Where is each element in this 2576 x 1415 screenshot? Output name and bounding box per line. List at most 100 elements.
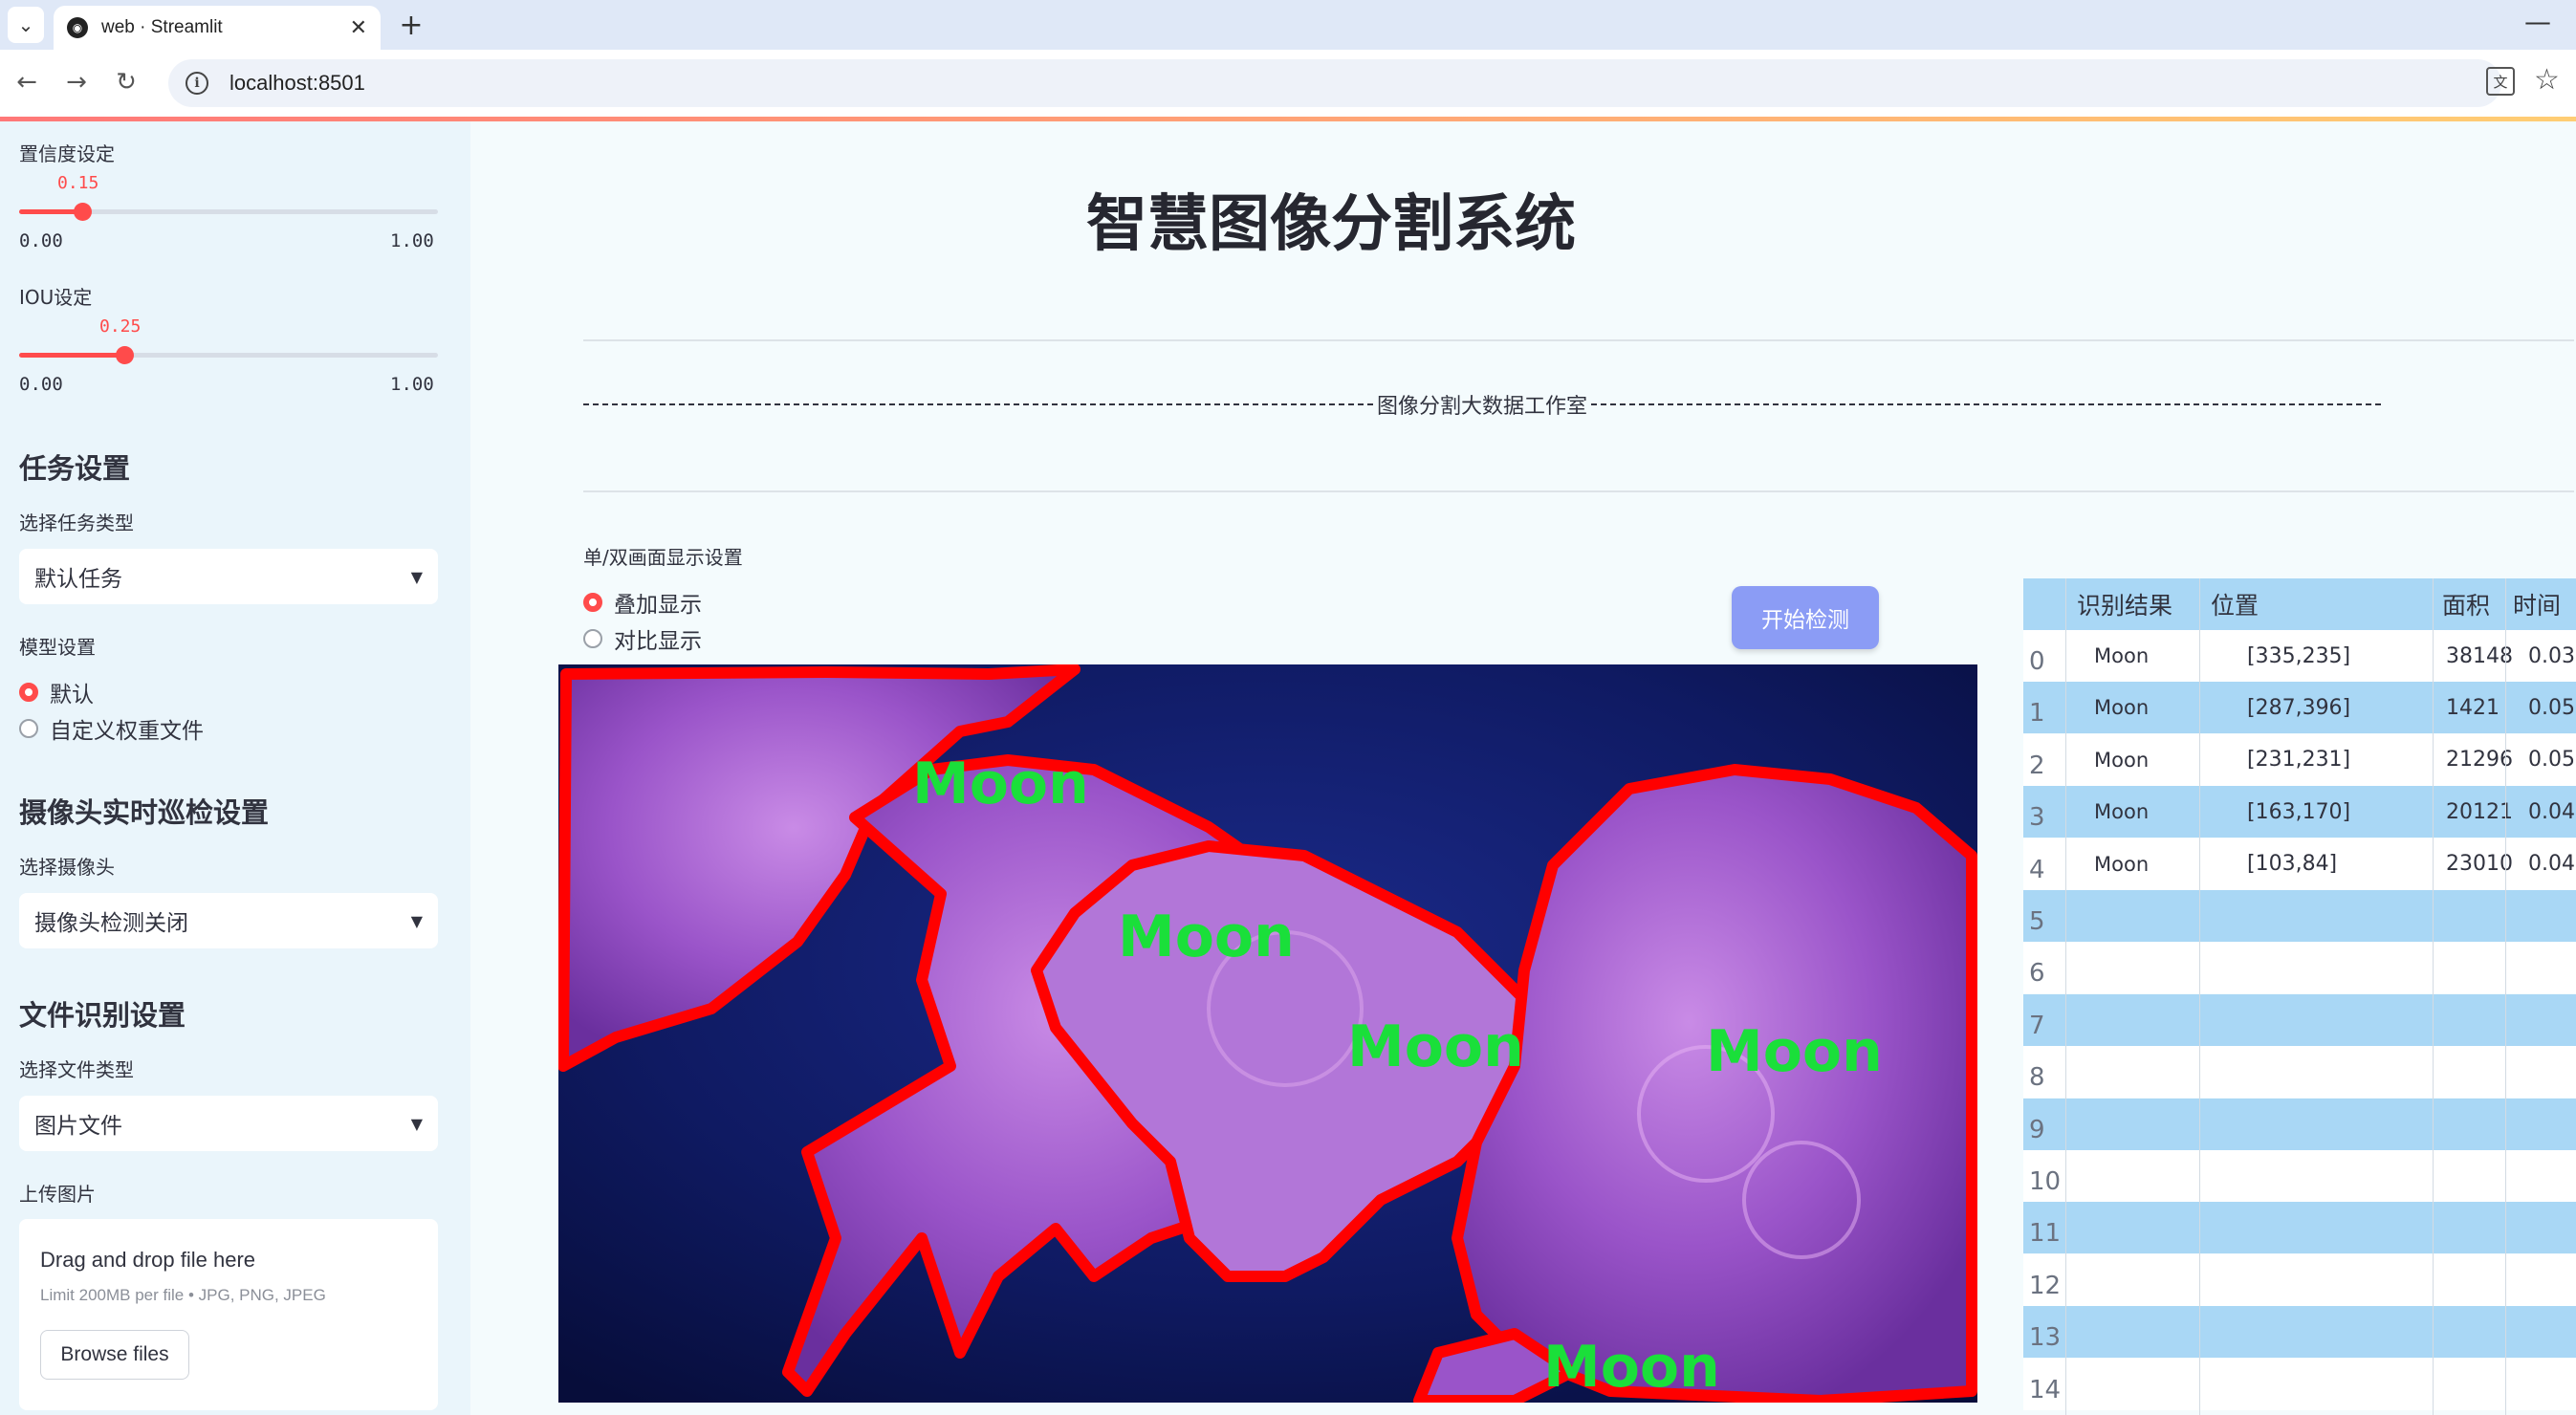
header-time[interactable]: 时间	[2513, 578, 2561, 630]
table-row[interactable]: 10	[2023, 1150, 2576, 1202]
display-mode-label: 单/双画面显示设置	[583, 546, 743, 569]
results-table[interactable]: 识别结果 位置 面积 时间 0 Moon [335,235] 38148 0.03 1 Mo…	[2023, 578, 2576, 1415]
forward-arrow-icon[interactable]: →	[59, 65, 94, 99]
file-type-select[interactable]: 图片文件 ▼	[19, 1096, 438, 1151]
camera-label: 选择摄像头	[19, 856, 115, 879]
segmentation-canvas: Moon Moon Moon Moon Moon	[557, 664, 1977, 1406]
browser-tab[interactable]: ◉ web · Streamlit ✕	[54, 6, 381, 50]
model-option-label: 默认	[50, 683, 94, 708]
back-arrow-icon[interactable]: ←	[10, 65, 44, 99]
close-tab-icon[interactable]: ✕	[350, 16, 367, 40]
reload-icon[interactable]: ↻	[109, 65, 143, 99]
table-cell-time: 0.04	[2528, 799, 2575, 824]
table-cell-position: [103,84]	[2247, 852, 2338, 877]
radio-selected-icon[interactable]	[19, 683, 38, 702]
header-area[interactable]: 面积	[2442, 578, 2490, 630]
radio-selected-icon[interactable]	[583, 593, 602, 612]
start-detection-button[interactable]: 开始检测	[1732, 586, 1879, 649]
translate-icon[interactable]: 文	[2486, 67, 2515, 96]
confidence-slider-thumb[interactable]	[73, 203, 92, 221]
table-cell-result: Moon	[2094, 644, 2150, 667]
dash-line	[583, 403, 1373, 405]
table-row[interactable]: 11	[2023, 1202, 2576, 1254]
file-dropzone[interactable]: Drag and drop file here Limit 200MB per …	[19, 1219, 438, 1410]
table-row[interactable]: 6	[2023, 942, 2576, 994]
display-option-compare[interactable]: 对比显示	[583, 622, 702, 655]
chevron-down-icon: ▼	[410, 911, 423, 930]
table-cell-area: 38148	[2446, 643, 2513, 668]
table-cell-index: 2	[2029, 751, 2045, 780]
address-bar[interactable]: i localhost:8501	[168, 59, 2501, 107]
header-result[interactable]: 识别结果	[2077, 578, 2172, 630]
table-row[interactable]: 5	[2023, 890, 2576, 942]
model-option-default[interactable]: 默认	[19, 676, 94, 708]
table-cell-index: 12	[2029, 1271, 2062, 1300]
table-row[interactable]: 7	[2023, 993, 2576, 1046]
table-row[interactable]: 8	[2023, 1046, 2576, 1099]
table-cell-index: 0	[2029, 647, 2045, 676]
table-cell-index: 3	[2029, 803, 2045, 833]
table-cell-index: 5	[2029, 907, 2045, 936]
display-option-label: 叠加显示	[614, 593, 702, 618]
iou-label: IOU设定	[19, 286, 93, 309]
iou-max: 1.00	[390, 374, 434, 395]
table-cell-position: [163,170]	[2247, 799, 2351, 824]
sidebar: 置信度设定 0.15 0.00 1.00 IOU设定 0.25 0.00 1.0…	[0, 121, 470, 1415]
dropzone-limit: Limit 200MB per file • JPG, PNG, JPEG	[40, 1286, 326, 1304]
tab-title: web · Streamlit	[101, 17, 223, 37]
display-option-overlay[interactable]: 叠加显示	[583, 586, 702, 619]
main-content: 智慧图像分割系统 图像分割大数据工作室 单/双画面显示设置 叠加显示 对比显示 …	[470, 121, 2576, 1415]
table-row[interactable]: 12	[2023, 1253, 2576, 1306]
tab-search-chevron-icon[interactable]: ⌄	[8, 7, 44, 43]
browser-nav-bar: ← → ↻ i localhost:8501 文 ☆	[0, 50, 2576, 117]
browser-tab-bar: ⌄ ◉ web · Streamlit ✕ + —	[0, 0, 2576, 50]
url-text[interactable]: localhost:8501	[229, 71, 365, 96]
segmentation-result-image: Moon Moon Moon Moon Moon	[557, 664, 1977, 1406]
table-row[interactable]: 0 Moon [335,235] 38148 0.03	[2023, 630, 2576, 682]
model-option-label: 自定义权重文件	[50, 719, 204, 744]
task-type-label: 选择任务类型	[19, 512, 134, 534]
table-cell-area: 23010	[2446, 852, 2513, 877]
file-type-value: 图片文件	[34, 1114, 122, 1139]
table-row[interactable]: 9	[2023, 1098, 2576, 1150]
table-header: 识别结果 位置 面积 时间	[2023, 578, 2576, 630]
camera-value: 摄像头检测关闭	[34, 911, 188, 936]
table-row[interactable]: 14	[2023, 1358, 2576, 1410]
chevron-down-icon: ▼	[410, 1114, 423, 1133]
table-row[interactable]: 13	[2023, 1306, 2576, 1359]
chevron-down-icon: ▼	[410, 567, 423, 586]
bookmark-star-icon[interactable]: ☆	[2534, 63, 2560, 97]
iou-slider-fill	[19, 353, 124, 358]
table-cell-index: 6	[2029, 959, 2045, 989]
table-cell-index: 7	[2029, 1011, 2045, 1040]
table-cell-index: 10	[2029, 1167, 2062, 1196]
camera-select[interactable]: 摄像头检测关闭 ▼	[19, 893, 438, 948]
table-cell-result: Moon	[2094, 696, 2150, 720]
radio-unselected-icon[interactable]	[583, 629, 602, 648]
header-position[interactable]: 位置	[2211, 578, 2259, 630]
task-type-select[interactable]: 默认任务 ▼	[19, 549, 438, 604]
table-cell-result: Moon	[2094, 800, 2150, 824]
table-cell-index: 14	[2029, 1375, 2062, 1404]
header-index	[2023, 578, 2065, 630]
iou-min: 0.00	[19, 374, 63, 395]
site-info-icon[interactable]: i	[186, 72, 208, 95]
iou-value: 0.25	[99, 316, 142, 337]
iou-slider-thumb[interactable]	[115, 346, 134, 364]
table-row[interactable]: 1 Moon [287,396] 1421 0.05	[2023, 682, 2576, 734]
new-tab-plus-icon[interactable]: +	[394, 8, 428, 42]
table-row[interactable]: 3 Moon [163,170] 20121 0.04	[2023, 786, 2576, 838]
radio-unselected-icon[interactable]	[19, 719, 38, 738]
confidence-value: 0.15	[57, 173, 99, 193]
table-row[interactable]: 4 Moon [103,84] 23010 0.04	[2023, 838, 2576, 890]
table-cell-index: 13	[2029, 1323, 2062, 1353]
confidence-slider[interactable]	[19, 203, 438, 221]
table-row[interactable]: 2 Moon [231,231] 21296 0.05	[2023, 733, 2576, 786]
table-cell-position: [287,396]	[2247, 695, 2351, 720]
model-option-custom[interactable]: 自定义权重文件	[19, 712, 204, 745]
browse-files-button[interactable]: Browse files	[40, 1330, 189, 1380]
divider	[583, 339, 2574, 341]
studio-banner: 图像分割大数据工作室	[583, 389, 2382, 420]
iou-slider[interactable]	[19, 346, 438, 364]
minimize-window-icon[interactable]: —	[2524, 6, 2551, 37]
